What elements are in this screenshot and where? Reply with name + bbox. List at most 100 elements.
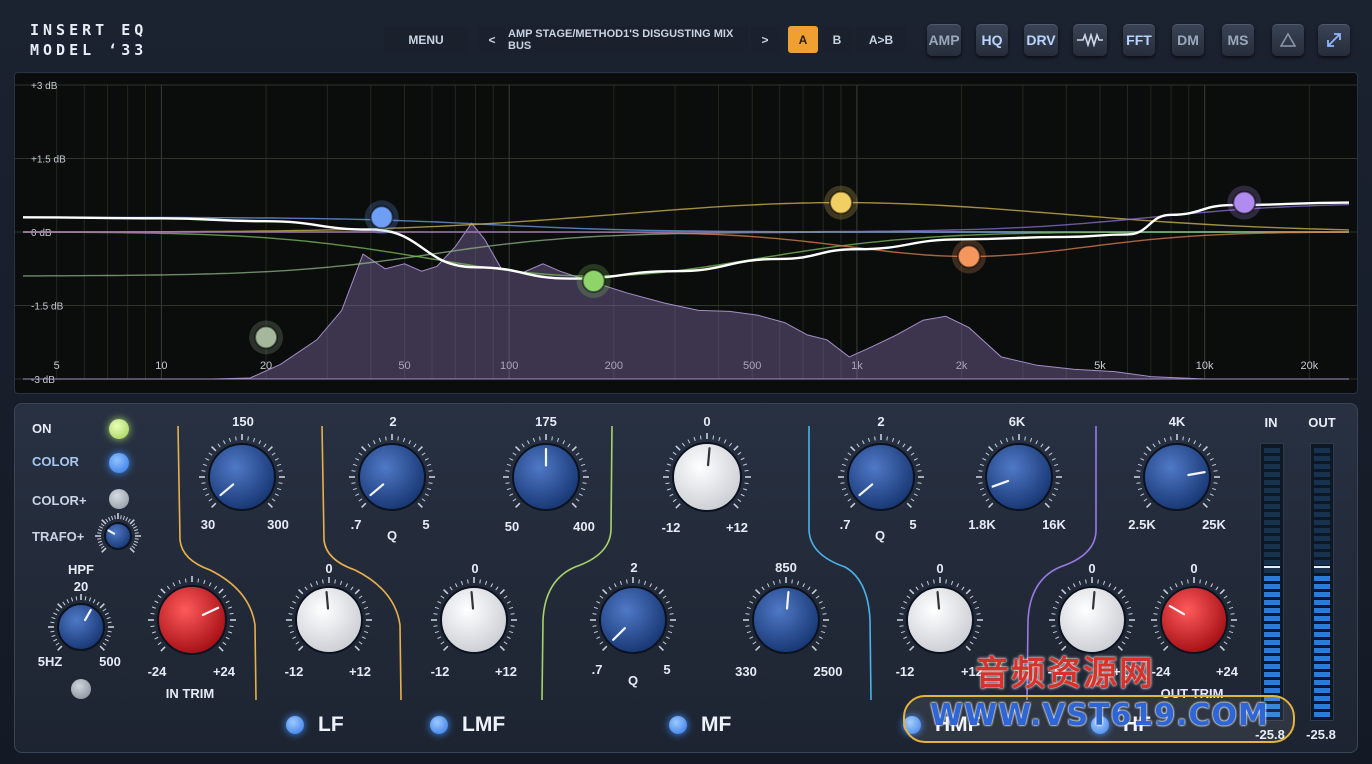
out-meter-label: OUT	[1308, 415, 1336, 430]
meter-peak-marker	[1314, 566, 1330, 568]
out-trim-knob[interactable]	[1150, 576, 1238, 664]
lmf-gain-knob[interactable]	[430, 576, 518, 664]
triangle-button[interactable]	[1272, 24, 1304, 56]
meter-segment	[1314, 624, 1330, 629]
meter-segment	[1264, 512, 1280, 517]
color-led-button[interactable]	[109, 453, 129, 473]
band-node-lf[interactable]	[254, 325, 279, 350]
preset-name-display[interactable]: AMP STAGE/METHOD1'S DISGUSTING MIX BUS	[508, 26, 748, 53]
meter-segment	[1264, 536, 1280, 541]
hmf-gain-value: 0	[936, 561, 944, 576]
mf-freq2-knob[interactable]	[742, 576, 830, 664]
mf-freq-max-label: 400	[573, 519, 595, 534]
band-node-lmf[interactable]	[369, 205, 394, 230]
lf-band-label: LF	[318, 713, 344, 736]
amp-toggle-button[interactable]: AMP	[927, 24, 961, 56]
preset-prev-button[interactable]: <	[478, 26, 506, 53]
meter-segment	[1314, 448, 1330, 453]
ab-copy-button[interactable]: A>B	[856, 26, 906, 53]
hmf-freq-knob[interactable]	[975, 433, 1063, 521]
band-node-hf[interactable]	[1232, 190, 1257, 215]
plugin-title-line1: INSERT EQ	[30, 21, 148, 39]
on-led-button[interactable]	[109, 419, 129, 439]
hmf-q-min-label: .7	[839, 517, 851, 532]
dm-toggle-button[interactable]: DM	[1172, 24, 1204, 56]
meter-segment	[1264, 624, 1280, 629]
trafo-plus-label: TRAFO+	[32, 529, 85, 544]
meter-segment	[1264, 664, 1280, 669]
hf-freq-min-label: 2.5K	[1128, 517, 1156, 532]
meter-segment	[1264, 648, 1280, 653]
lmf-q-knob-graphic	[349, 434, 435, 511]
color-plus-label: COLOR+	[32, 493, 87, 508]
fft-toggle-button[interactable]: FFT	[1123, 24, 1155, 56]
lf-gain-knob[interactable]	[285, 576, 373, 664]
band-curve	[23, 231, 1349, 277]
hpf-knob[interactable]	[47, 593, 115, 661]
hmf-gain-knob[interactable]	[896, 576, 984, 664]
mf-q-max-label: 5	[663, 662, 671, 677]
band-node-hmf[interactable]	[829, 190, 854, 215]
hpf-enable-led-button[interactable]	[71, 679, 91, 699]
meter-segment	[1314, 528, 1330, 533]
hq-toggle-button[interactable]: HQ	[976, 24, 1008, 56]
hmf-q-value: 2	[877, 414, 885, 429]
meter-segment	[1264, 616, 1280, 621]
mf-band-label: MF	[701, 713, 732, 736]
out-trim-value: 0	[1190, 561, 1198, 576]
db-axis-label: 0 dB	[31, 228, 52, 239]
trafo-plus-knob[interactable]	[94, 512, 142, 560]
lmf-gain-value: 0	[471, 561, 479, 576]
meter-segment	[1314, 688, 1330, 693]
meter-segment	[1314, 704, 1330, 709]
meter-segment	[1314, 608, 1330, 613]
expand-button[interactable]	[1318, 24, 1350, 56]
meter-segment	[1314, 536, 1330, 541]
mf-q-label: Q	[627, 673, 639, 688]
lf-freq-knob-graphic	[199, 434, 285, 511]
hf-freq-knob[interactable]	[1133, 433, 1221, 521]
color-plus-led-button[interactable]	[109, 489, 129, 509]
composite-eq-curve	[22, 201, 1350, 280]
out-trim-max-label: +24	[1215, 664, 1239, 679]
hmf-q-label: Q	[874, 528, 886, 543]
resistor-icon	[1077, 33, 1103, 47]
mf-freq-knob[interactable]	[502, 433, 590, 521]
band-node-hmf2[interactable]	[956, 244, 981, 269]
plugin-title-line2: MODEL ‘33	[30, 41, 148, 59]
meter-segment	[1314, 632, 1330, 637]
lmf-enable-led-button[interactable]	[430, 716, 448, 734]
eq-curve-display[interactable]: +3 dB+1.5 dB0 dB-1.5 dB-3 dB510205010020…	[14, 72, 1358, 394]
hmf-q-max-label: 5	[909, 517, 917, 532]
hpf-knob-graphic	[48, 594, 114, 651]
resistor-toggle-button[interactable]	[1073, 24, 1107, 56]
watermark-text-cn: 音频资源网	[975, 654, 1155, 694]
watermark-url: WWW.VST619.COM	[930, 698, 1269, 733]
drv-toggle-button[interactable]: DRV	[1024, 24, 1058, 56]
lf-enable-led-button[interactable]	[286, 716, 304, 734]
lmf-q-knob[interactable]	[348, 433, 436, 521]
meter-segment	[1264, 560, 1280, 565]
mf-enable-led-button[interactable]	[669, 716, 687, 734]
mf-freq2-max-label: 2500	[813, 664, 843, 679]
ab-b-button[interactable]: B	[822, 26, 852, 53]
menu-button[interactable]: MENU	[384, 26, 468, 53]
meter-segment	[1264, 568, 1280, 573]
meter-segment	[1264, 656, 1280, 661]
in-trim-knob[interactable]	[147, 575, 237, 665]
band-node-mf[interactable]	[581, 269, 606, 293]
mf-gain-knob[interactable]	[662, 432, 752, 522]
mf-freq2-min-label: 330	[735, 664, 757, 679]
mf-q-knob[interactable]	[589, 576, 677, 664]
lf-freq-knob[interactable]	[198, 433, 286, 521]
lmf-q-max-label: 5	[422, 517, 430, 532]
ab-a-button[interactable]: A	[788, 26, 818, 53]
eq-curve-svg[interactable]: +3 dB+1.5 dB0 dB-1.5 dB-3 dB510205010020…	[15, 73, 1357, 393]
meter-segment	[1314, 584, 1330, 589]
hmf-q-knob[interactable]	[837, 433, 925, 521]
ms-toggle-button[interactable]: MS	[1222, 24, 1254, 56]
meter-segment	[1314, 568, 1330, 573]
meter-segment	[1314, 648, 1330, 653]
in-trim-label: IN TRIM	[165, 686, 215, 701]
preset-next-button[interactable]: >	[751, 26, 779, 53]
